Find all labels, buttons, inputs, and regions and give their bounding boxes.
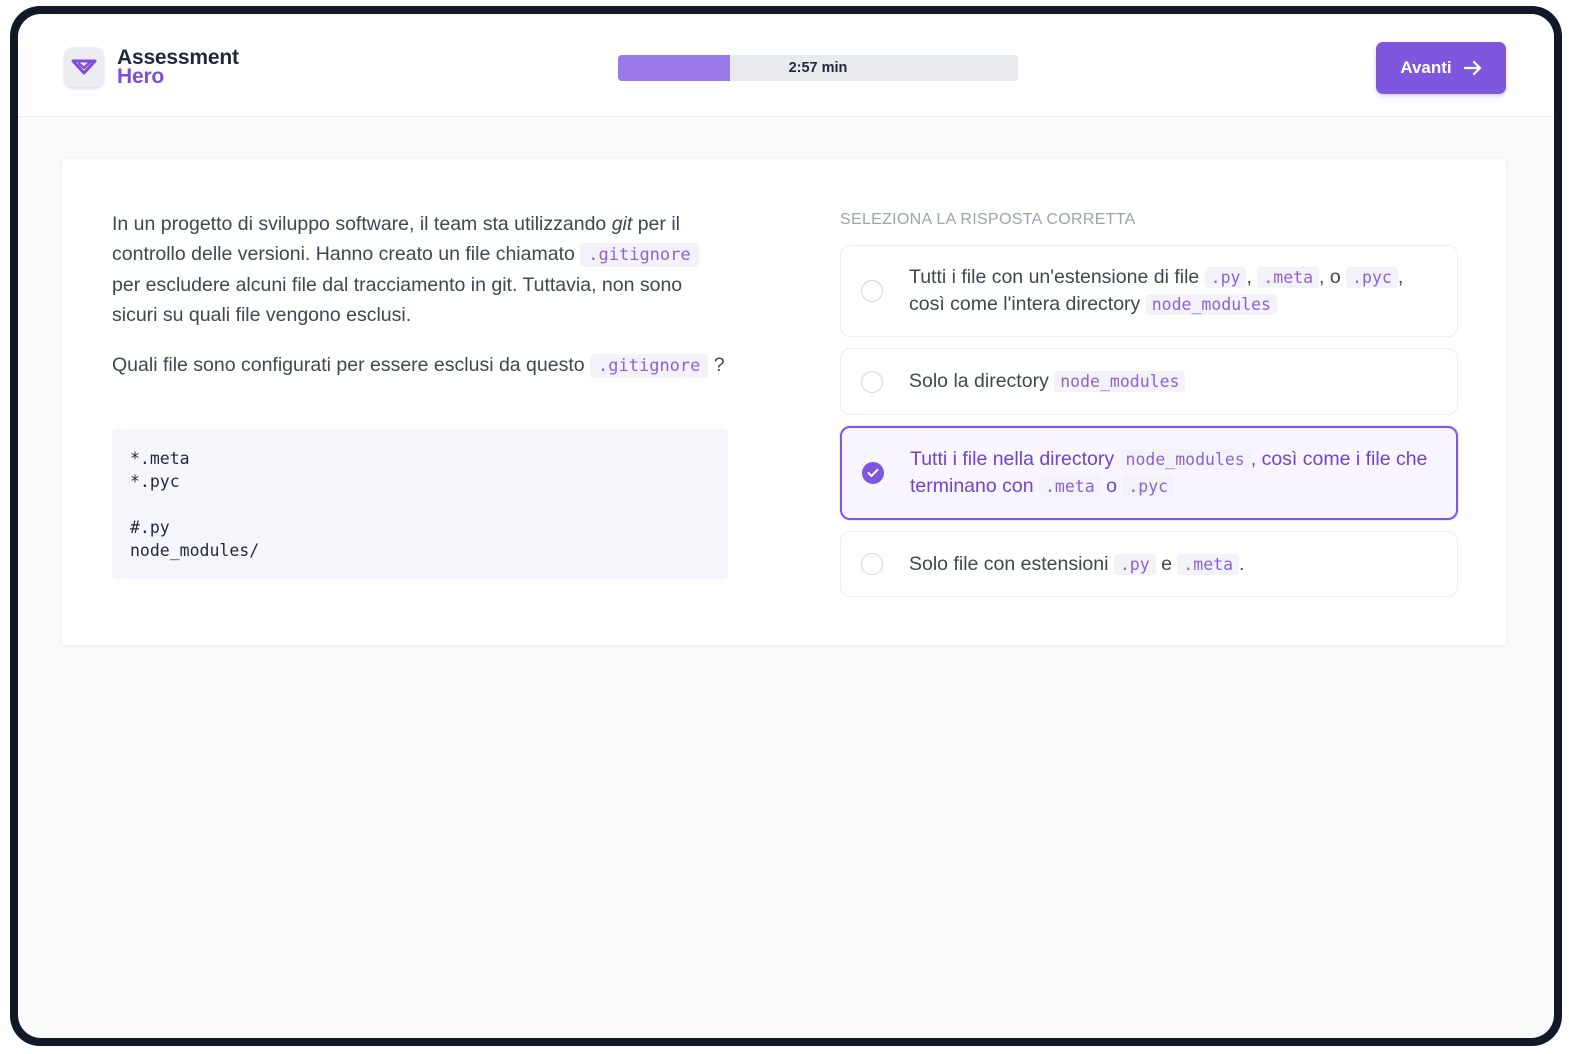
question-text-segment: per escludere alcuni file dal tracciamen… [112,274,683,326]
question-text-segment: ? [708,354,725,376]
inline-code: .gitignore [580,243,699,267]
answer-text-segment: Tutti i file con un'estensione di file [909,266,1205,288]
logo-badge-icon [64,47,104,87]
inline-code: node_modules [1119,449,1251,470]
answer-text-segment: . [1239,552,1245,575]
question-italic-git: git [611,213,633,235]
question-text: In un progetto di sviluppo software, il … [112,209,732,401]
radio-button[interactable] [861,370,883,393]
timer-label: 2:57 min [788,60,848,76]
inline-code: node_modules [1145,294,1277,315]
question-paragraph-1: In un progetto di sviluppo software, il … [112,209,732,330]
inline-code: .gitignore [590,354,709,378]
timer-progress-bar: 2:57 min [618,55,1018,81]
question-paragraph-2: Quali file sono configurati per essere e… [112,350,732,381]
answer-option-text: Tutti i file con un'estensione di file .… [909,264,1429,318]
inline-code: .meta [1177,553,1240,575]
answer-option-text: Solo file con estensioni .py e .meta. [909,551,1244,578]
app-logo: Assessment Hero [64,47,239,87]
app-screen: Assessment Hero 2:57 min Avanti In un pr… [18,14,1554,1038]
arrow-right-icon [1463,60,1481,76]
logo-wordmark: Assessment Hero [117,47,239,88]
answer-text-segment: , [1246,266,1258,288]
inline-code: .pyc [1346,267,1398,288]
inline-code: .meta [1039,476,1101,497]
answer-text-segment: , o [1319,266,1347,288]
device-frame: Assessment Hero 2:57 min Avanti In un pr… [10,6,1562,1046]
question-text-segment: Quali file sono configurati per essere e… [112,354,591,376]
check-icon [867,468,879,477]
inline-code: .meta [1257,267,1319,288]
answer-options: Tutti i file con un'estensione di file .… [840,245,1458,608]
answer-text-segment: Solo la directory [909,370,1055,392]
next-button-label: Avanti [1400,58,1452,77]
inline-code: node_modules [1054,371,1186,392]
answer-option-1[interactable]: Tutti i file con un'estensione di file .… [840,245,1458,337]
answer-option-3-selected[interactable]: Tutti i file nella directory node_module… [840,426,1458,520]
next-button[interactable]: Avanti [1376,42,1506,94]
inline-code: .pyc [1122,476,1175,497]
answer-text-segment: e [1155,552,1178,575]
answers-heading: SELEZIONA LA RISPOSTA CORRETTA [840,211,1136,228]
answer-option-2[interactable]: Solo la directory node_modules [840,348,1458,415]
top-bar: Assessment Hero 2:57 min Avanti [18,14,1554,117]
question-text-segment: In un progetto di sviluppo software, il … [112,213,612,235]
answer-text-segment: Tutti i file nella directory [910,448,1120,470]
radio-button[interactable] [861,280,883,302]
answer-text-segment: Solo file con estensioni [909,552,1114,575]
inline-code: .py [1113,553,1156,575]
answer-text-segment: o [1100,475,1123,497]
answer-option-text: Tutti i file nella directory node_module… [910,446,1428,500]
question-card: In un progetto di sviluppo software, il … [62,159,1506,645]
answer-option-text: Solo la directory node_modules [909,368,1186,395]
radio-button-checked[interactable] [862,462,884,484]
answer-option-4[interactable]: Solo file con estensioni .py e .meta. [840,531,1458,597]
radio-button[interactable] [861,553,883,575]
logo-line-2: Hero [117,65,165,88]
gitignore-code-block: *.meta *.pyc #.py node_modules/ [112,429,728,579]
inline-code: .py [1204,267,1247,288]
